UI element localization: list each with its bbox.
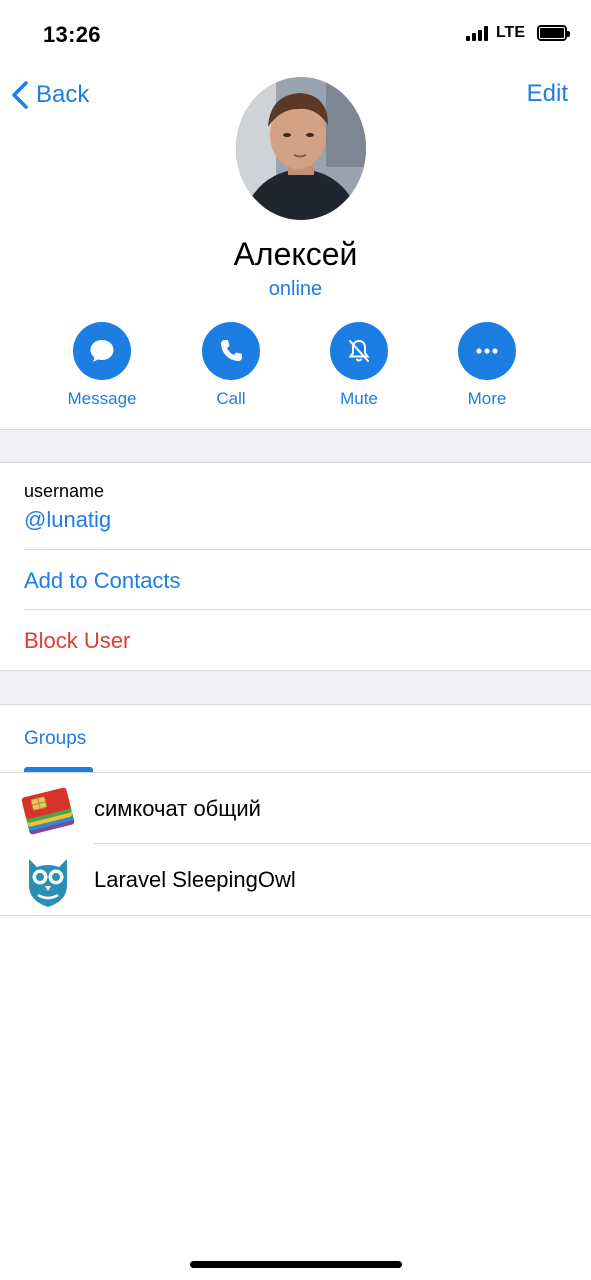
message-bubble-icon bbox=[90, 340, 114, 362]
ellipsis-icon bbox=[476, 348, 498, 354]
row-divider bbox=[94, 843, 591, 844]
section-separator bbox=[0, 670, 591, 705]
back-button[interactable]: Back bbox=[10, 78, 89, 112]
more-label: More bbox=[467, 389, 507, 408]
username-label: username bbox=[24, 481, 105, 501]
profile-name: Алексей bbox=[233, 236, 358, 272]
group-title: Laravel SleepingOwl bbox=[94, 867, 296, 892]
username-value[interactable]: @lunatig bbox=[24, 507, 111, 533]
avatar[interactable] bbox=[236, 77, 366, 220]
mute-label: Mute bbox=[340, 389, 378, 408]
chevron-left-icon bbox=[12, 81, 28, 109]
bell-slash-icon bbox=[348, 339, 370, 362]
profile-status: online bbox=[268, 278, 323, 300]
call-label: Call bbox=[216, 389, 246, 408]
network-type: LTE bbox=[495, 24, 525, 41]
phone-icon bbox=[221, 340, 242, 361]
add-to-contacts-button[interactable]: Add to Contacts bbox=[24, 568, 181, 594]
battery-icon bbox=[537, 25, 570, 41]
row-divider bbox=[24, 549, 591, 550]
home-indicator[interactable] bbox=[190, 1261, 402, 1268]
list-item[interactable]: симкочат общий bbox=[0, 774, 591, 844]
back-label: Back bbox=[36, 81, 90, 108]
block-user-button[interactable]: Block User bbox=[24, 628, 130, 654]
sim-cards-icon bbox=[20, 784, 76, 838]
status-indicators: LTE bbox=[465, 24, 570, 42]
avatar-photo bbox=[236, 77, 366, 220]
edit-button[interactable]: Edit bbox=[527, 80, 568, 108]
contact-profile-screen: 13:26 LTE Back Edit Алексей online Messa… bbox=[0, 0, 591, 1280]
list-end-divider bbox=[0, 915, 591, 916]
section-separator bbox=[0, 429, 591, 463]
action-bar: Message Call Mute More bbox=[0, 322, 591, 412]
message-label: Message bbox=[67, 389, 137, 408]
row-divider bbox=[24, 609, 591, 610]
status-time: 13:26 bbox=[43, 22, 101, 47]
list-item[interactable]: Laravel SleepingOwl bbox=[0, 845, 591, 915]
message-button[interactable]: Message bbox=[47, 322, 157, 409]
more-button[interactable]: More bbox=[432, 322, 542, 409]
mute-button[interactable]: Mute bbox=[304, 322, 414, 409]
tab-groups[interactable]: Groups bbox=[24, 728, 86, 750]
tab-divider bbox=[0, 772, 591, 773]
call-button[interactable]: Call bbox=[176, 322, 286, 409]
owl-logo-icon bbox=[20, 855, 76, 909]
group-title: симкочат общий bbox=[94, 796, 261, 821]
signal-icon bbox=[465, 25, 488, 41]
